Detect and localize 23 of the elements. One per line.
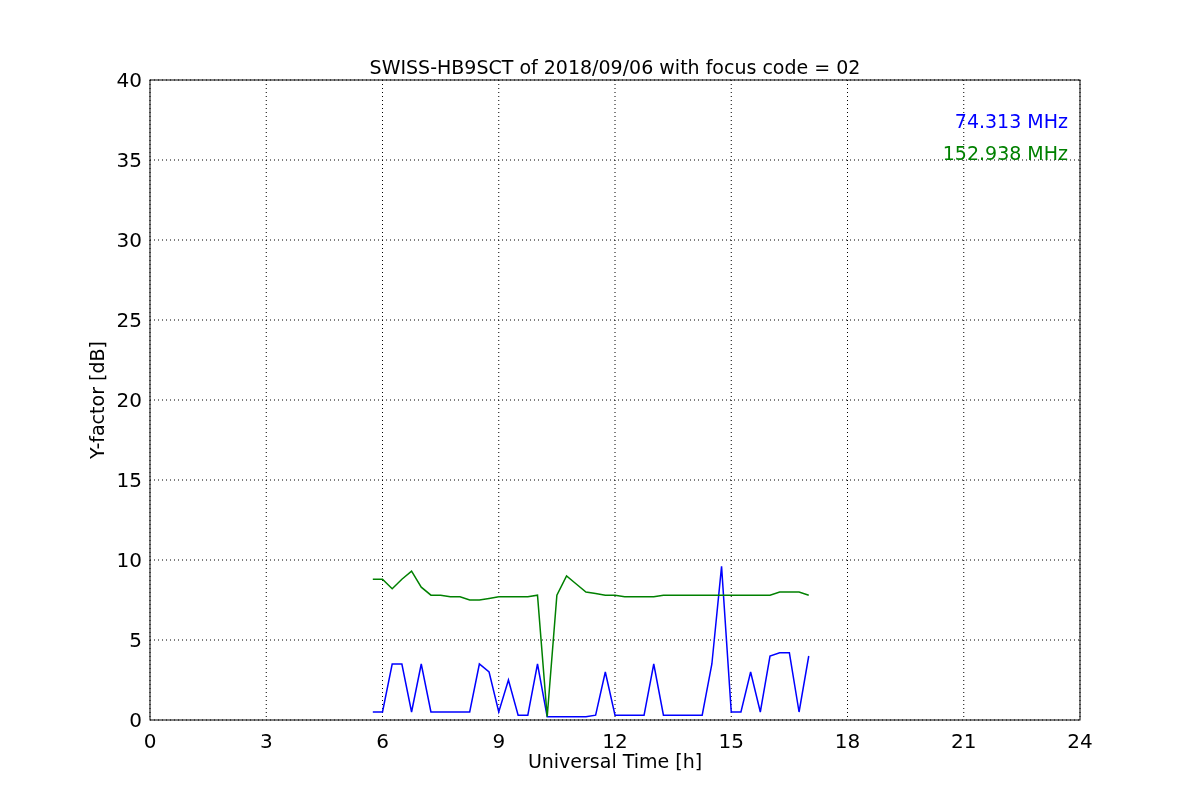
x-tick-label: 18	[834, 729, 861, 753]
legend-label: 74.313 MHz	[954, 110, 1068, 132]
y-tick-label: 15	[116, 468, 142, 492]
x-tick-label: 21	[951, 729, 977, 753]
y-tick-label: 5	[129, 628, 142, 652]
y-tick-label: 20	[116, 388, 142, 412]
y-tick-label: 35	[116, 148, 142, 172]
x-tick-label: 15	[718, 729, 744, 753]
chart-title: SWISS-HB9SCT of 2018/09/06 with focus code = 02	[369, 56, 861, 78]
x-tick-label: 6	[376, 729, 389, 753]
y-tick-label: 40	[116, 68, 142, 92]
x-tick-label: 0	[143, 729, 157, 753]
legend-label: 152.938 MHz	[942, 142, 1068, 164]
y-tick-label: 30	[116, 228, 142, 252]
y-axis-label: Y-factor [dB]	[86, 341, 108, 459]
x-tick-label: 3	[259, 729, 273, 753]
x-axis-label: Universal Time [h]	[527, 750, 703, 772]
x-tick-label: 12	[602, 729, 628, 753]
y-tick-label: 10	[116, 548, 142, 572]
y-tick-label: 25	[116, 308, 142, 332]
y-tick-label: 0	[129, 708, 142, 732]
x-tick-label: 24	[1067, 729, 1093, 753]
x-tick-label: 9	[492, 729, 506, 753]
